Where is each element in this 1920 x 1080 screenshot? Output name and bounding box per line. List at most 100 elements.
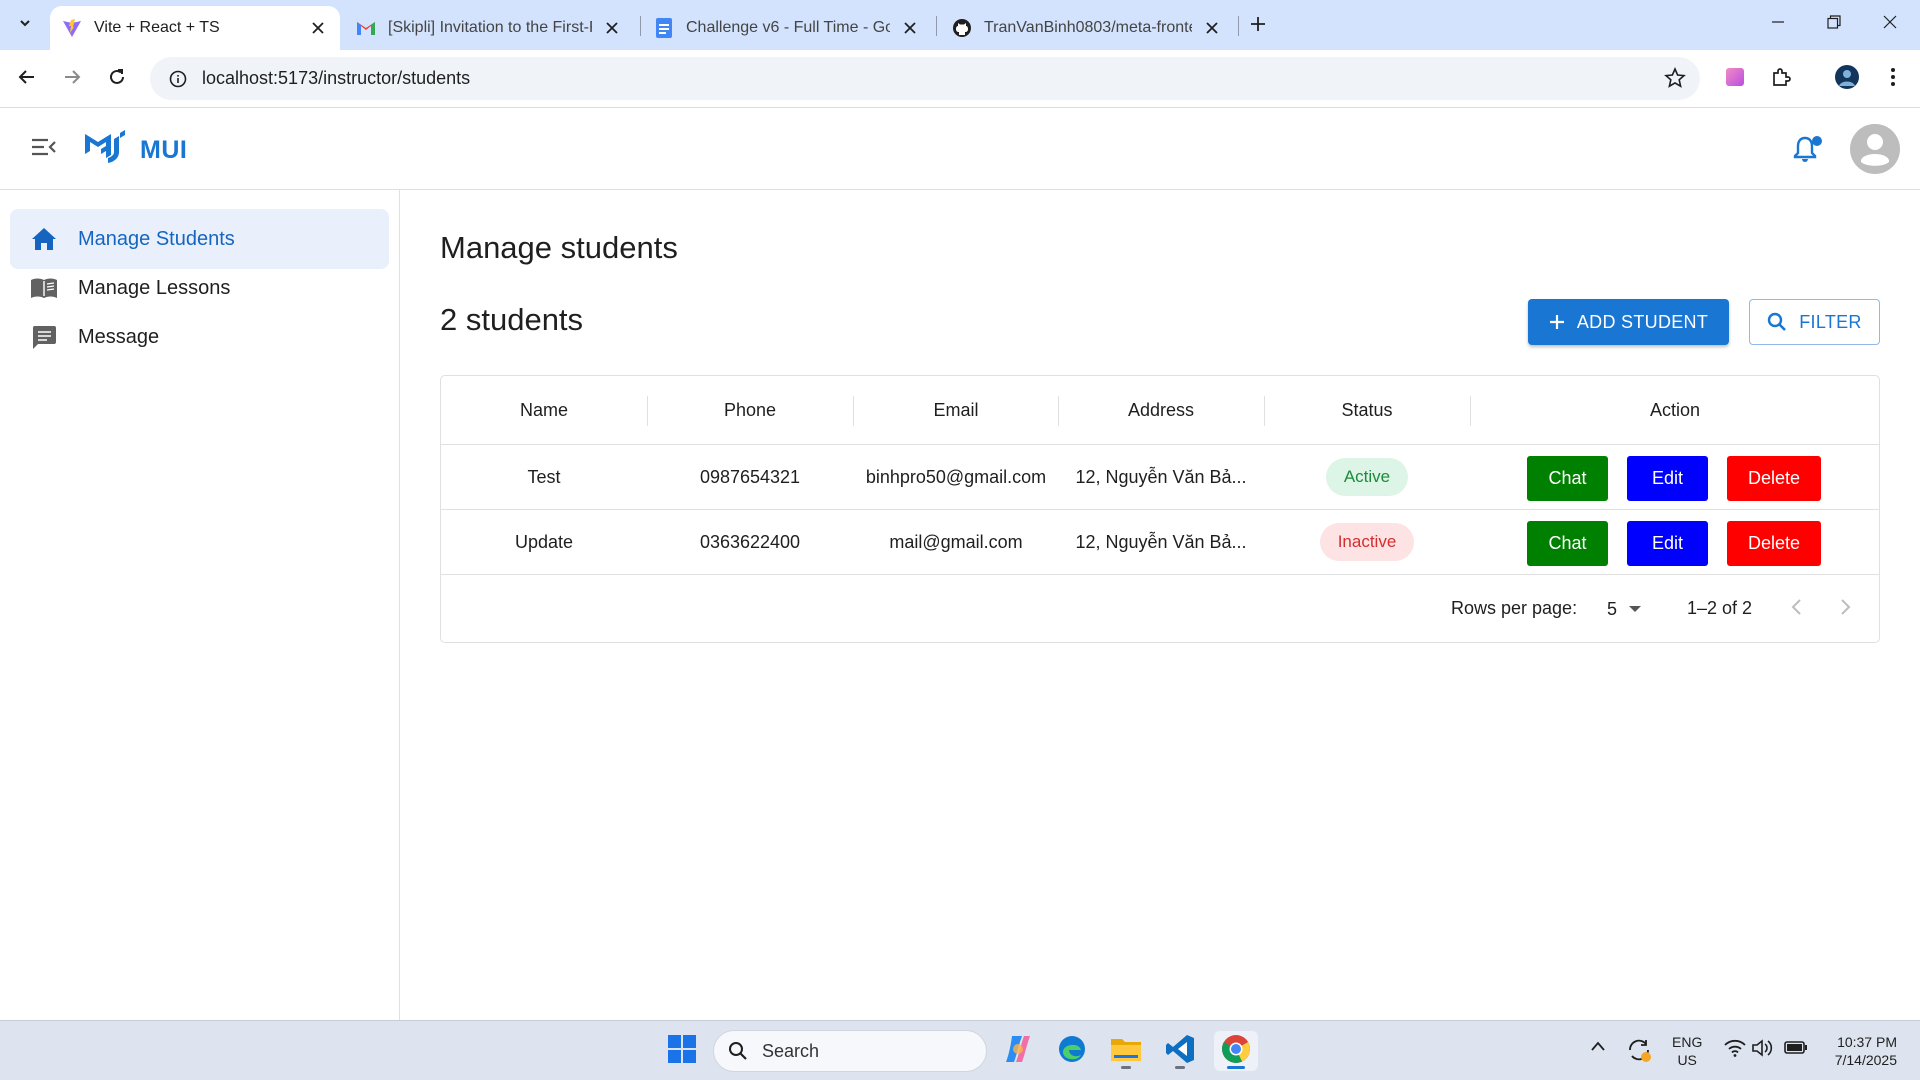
restore-icon bbox=[1827, 14, 1841, 34]
copilot-icon bbox=[1002, 1034, 1034, 1069]
sidebar-item-label: Manage Students bbox=[78, 227, 235, 250]
show-hidden-icons-button[interactable] bbox=[1590, 1039, 1606, 1057]
add-student-label: ADD STUDENT bbox=[1576, 311, 1709, 332]
previous-page-button[interactable] bbox=[1779, 591, 1815, 627]
status-badge: Inactive bbox=[1319, 523, 1415, 561]
taskbar-file-explorer[interactable] bbox=[1104, 1031, 1148, 1071]
battery-button[interactable] bbox=[1784, 1039, 1808, 1060]
forward-button[interactable] bbox=[55, 62, 89, 96]
close-icon bbox=[1883, 15, 1897, 34]
person-icon bbox=[1850, 124, 1900, 174]
taskbar-copilot[interactable] bbox=[996, 1031, 1040, 1071]
more-vertical-icon bbox=[1890, 66, 1896, 93]
next-page-button[interactable] bbox=[1827, 591, 1863, 627]
close-icon[interactable] bbox=[602, 18, 622, 38]
tab-separator bbox=[1238, 16, 1239, 36]
column-header-address[interactable]: Address bbox=[1058, 376, 1264, 445]
cell-name: Test bbox=[527, 466, 561, 487]
windows-taskbar: Search ENG US 10:37 PM 7/14/2025 bbox=[0, 1020, 1920, 1080]
sidebar-item-message[interactable]: Message bbox=[10, 307, 389, 367]
puzzle-icon bbox=[1770, 66, 1792, 93]
wifi-button[interactable] bbox=[1724, 1039, 1746, 1062]
tab-separator bbox=[936, 16, 937, 36]
browser-menu-button[interactable] bbox=[1876, 62, 1910, 96]
address-bar[interactable]: localhost:5173/instructor/students bbox=[150, 57, 1700, 100]
speaker-icon bbox=[1752, 1039, 1774, 1062]
delete-button[interactable]: Delete bbox=[1727, 456, 1821, 501]
clock-date: 7/14/2025 bbox=[1834, 1052, 1897, 1068]
filter-button[interactable]: FILTER bbox=[1749, 299, 1880, 345]
chevron-left-icon bbox=[1791, 598, 1803, 620]
volume-button[interactable] bbox=[1752, 1039, 1774, 1062]
running-indicator bbox=[1175, 1066, 1185, 1069]
arrow-right-icon bbox=[63, 68, 81, 91]
user-avatar[interactable] bbox=[1850, 124, 1900, 174]
clock-time: 10:37 PM bbox=[1837, 1034, 1897, 1050]
reload-button[interactable] bbox=[100, 62, 134, 96]
close-window-button[interactable] bbox=[1862, 0, 1918, 48]
sync-tray-button[interactable] bbox=[1626, 1037, 1652, 1068]
add-student-button[interactable]: ADD STUDENT bbox=[1528, 299, 1729, 345]
menu-open-icon bbox=[31, 137, 57, 162]
page-range: 1–2 of 2 bbox=[1687, 598, 1753, 618]
edit-button[interactable]: Edit bbox=[1627, 456, 1708, 501]
browser-toolbar: localhost:5173/instructor/students bbox=[0, 50, 1920, 108]
cell-email: binhpro50@gmail.com bbox=[865, 466, 1047, 487]
search-placeholder: Search bbox=[762, 1040, 820, 1061]
sidebar-item-label: Manage Lessons bbox=[78, 276, 231, 299]
minimize-button[interactable] bbox=[1750, 0, 1806, 48]
chevron-right-icon bbox=[1839, 598, 1851, 620]
edit-button[interactable]: Edit bbox=[1627, 521, 1708, 566]
close-icon[interactable] bbox=[900, 18, 920, 38]
home-icon bbox=[30, 225, 58, 253]
column-header-email[interactable]: Email bbox=[853, 376, 1059, 445]
taskbar-clock[interactable]: 10:37 PM 7/14/2025 bbox=[1822, 1033, 1897, 1069]
taskbar-vscode[interactable] bbox=[1158, 1031, 1202, 1071]
profile-button[interactable] bbox=[1830, 62, 1864, 96]
plus-icon bbox=[1549, 314, 1565, 330]
column-header-phone[interactable]: Phone bbox=[647, 376, 853, 445]
site-info-icon[interactable] bbox=[156, 57, 200, 100]
restore-button[interactable] bbox=[1806, 0, 1862, 48]
tab-vite[interactable]: Vite + React + TS bbox=[50, 6, 340, 50]
column-header-status[interactable]: Status bbox=[1264, 376, 1470, 445]
new-tab-button[interactable] bbox=[1244, 12, 1272, 40]
browser-tab-bar: Vite + React + TS [Skipli] Invitation to… bbox=[0, 0, 1920, 50]
sidebar-item-label: Message bbox=[78, 325, 160, 348]
minimize-icon bbox=[1771, 15, 1785, 34]
cell-phone: 0987654321 bbox=[699, 466, 801, 487]
google-docs-icon bbox=[654, 18, 674, 38]
start-button[interactable] bbox=[660, 1031, 704, 1071]
language-code: ENG bbox=[1672, 1034, 1703, 1050]
close-icon[interactable] bbox=[308, 18, 328, 38]
taskbar-edge[interactable] bbox=[1050, 1031, 1094, 1071]
extensions-button[interactable] bbox=[1764, 62, 1798, 96]
search-icon bbox=[1767, 312, 1787, 332]
taskbar-search[interactable]: Search bbox=[713, 1030, 987, 1072]
extension-gradient-button[interactable] bbox=[1718, 62, 1752, 96]
cell-status: Active bbox=[1264, 445, 1470, 509]
back-button[interactable] bbox=[10, 62, 44, 96]
battery-icon bbox=[1784, 1039, 1808, 1060]
rows-per-page-select[interactable]: 5 bbox=[1607, 596, 1647, 622]
menu-toggle-button[interactable] bbox=[24, 132, 64, 166]
table-row: Update 0363622400 mail@gmail.com 12, Ngu… bbox=[441, 510, 1879, 575]
cell-status: Inactive bbox=[1264, 510, 1470, 574]
chat-button[interactable]: Chat bbox=[1527, 456, 1608, 501]
app-logo[interactable]: MUI bbox=[84, 130, 187, 171]
column-header-action[interactable]: Action bbox=[1470, 376, 1880, 445]
notifications-button[interactable] bbox=[1788, 134, 1822, 168]
column-header-name[interactable]: Name bbox=[441, 376, 647, 445]
delete-button[interactable]: Delete bbox=[1727, 521, 1821, 566]
rows-per-page-value: 5 bbox=[1607, 598, 1618, 619]
chat-button[interactable]: Chat bbox=[1527, 521, 1608, 566]
bookmark-star-icon[interactable] bbox=[1664, 66, 1686, 94]
chrome-icon bbox=[1221, 1034, 1251, 1069]
taskbar-chrome[interactable] bbox=[1214, 1031, 1258, 1071]
language-indicator[interactable]: ENG US bbox=[1672, 1033, 1702, 1069]
tab-search-button[interactable] bbox=[8, 8, 42, 42]
tab-google-docs[interactable]: Challenge v6 - Full Time - Goog bbox=[642, 6, 932, 50]
close-icon[interactable] bbox=[1202, 18, 1222, 38]
tab-gmail[interactable]: [Skipli] Invitation to the First-Ro bbox=[344, 6, 634, 50]
tab-github[interactable]: TranVanBinh0803/meta-fronten bbox=[940, 6, 1234, 50]
